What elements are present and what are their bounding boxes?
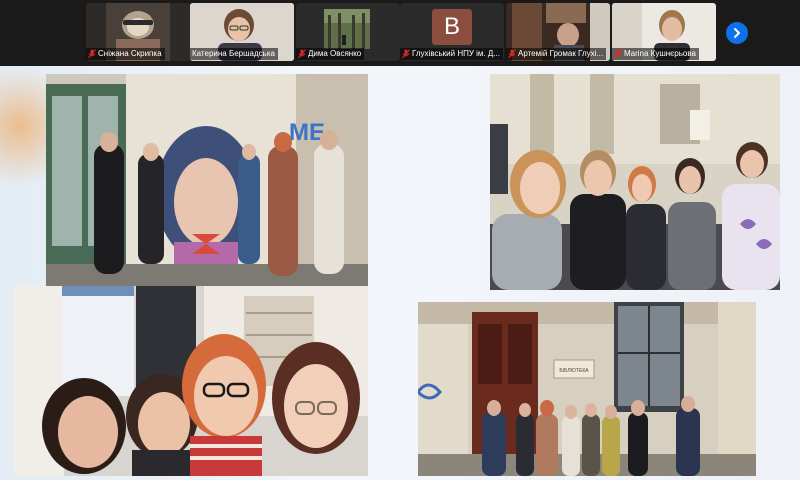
participant-name: Артемій Громак Глухі... [518, 49, 604, 58]
participant-name-label: Дима Овсянко [296, 48, 365, 60]
photo-four-person-selfie [14, 286, 368, 476]
participant-tile[interactable]: B Глухівський НПУ ім. Д... [400, 3, 504, 61]
participant-name-label: Катерина Бершадська [190, 48, 278, 60]
mural-text: ME [289, 119, 325, 146]
participant-name: Marina Кушнєрьова [624, 49, 696, 58]
photo-group-selfie-courtyard [490, 74, 780, 290]
mic-muted-icon [402, 49, 410, 59]
participant-tile[interactable]: Marina Кушнєрьова [612, 3, 716, 61]
participant-name-label: Глухівський НПУ ім. Д... [400, 48, 503, 60]
photo-image: ME [46, 74, 368, 290]
participant-name: Глухівський НПУ ім. Д... [412, 49, 500, 58]
shared-screen: ME БІБЛІОТЕКА [0, 66, 800, 480]
mic-muted-icon [298, 49, 306, 59]
photo-image: БІБЛІОТЕКА [418, 302, 756, 476]
participant-strip: Сніжана Скрипка Катерина Бершадська Дима… [0, 0, 800, 66]
participant-tile[interactable]: Сніжана Скрипка [86, 3, 190, 61]
participant-tile-active[interactable]: Катерина Бершадська [190, 3, 294, 61]
mic-muted-icon [88, 49, 96, 59]
participant-name-label: Сніжана Скрипка [86, 48, 165, 60]
photo-group-library-entrance: БІБЛІОТЕКА [418, 302, 756, 476]
photo-image [490, 74, 780, 290]
photo-group-mural: ME [46, 74, 368, 290]
participant-tile[interactable]: Артемій Громак Глухі... [506, 3, 610, 61]
mic-muted-icon [508, 49, 516, 59]
participant-name: Катерина Бершадська [192, 49, 275, 58]
participant-tile[interactable]: Дима Овсянко [296, 3, 400, 61]
library-sign-text: БІБЛІОТЕКА [559, 368, 589, 374]
participant-name: Сніжана Скрипка [98, 49, 162, 58]
participant-name-label: Marina Кушнєрьова [612, 48, 699, 60]
participant-name-label: Артемій Громак Глухі... [506, 48, 607, 60]
participant-name: Дима Овсянко [308, 49, 362, 58]
mic-muted-icon [614, 49, 622, 59]
photo-image [14, 286, 368, 476]
chevron-right-icon [734, 28, 740, 38]
next-participants-button[interactable] [726, 22, 748, 44]
avatar: B [432, 9, 472, 45]
